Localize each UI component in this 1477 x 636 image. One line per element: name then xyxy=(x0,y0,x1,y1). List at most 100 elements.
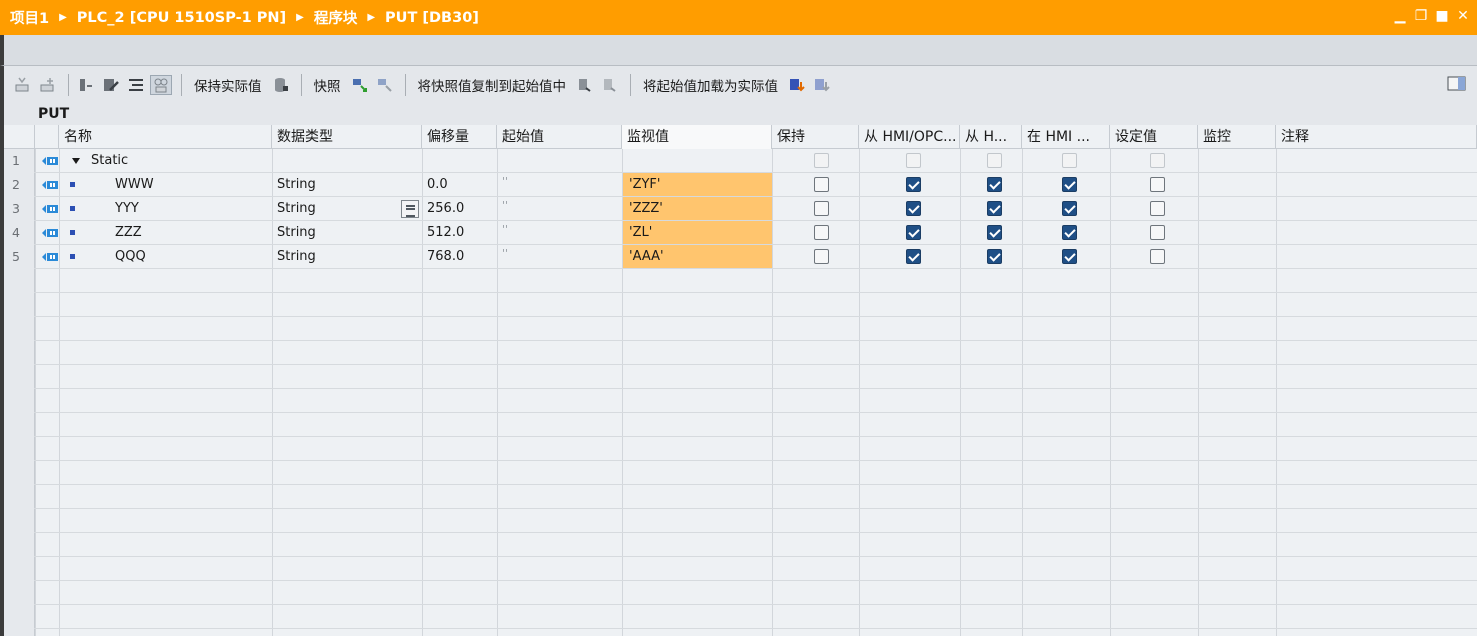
load-to-device-icon[interactable] xyxy=(786,75,808,95)
panel-toggle-icon[interactable] xyxy=(1447,75,1467,93)
copy-snapshot-to-start-button[interactable]: 将快照值复制到起始值中 xyxy=(418,75,567,95)
checkbox-hmi3[interactable] xyxy=(1062,249,1077,264)
edit-icon[interactable] xyxy=(100,75,122,95)
checkbox-hmi3[interactable] xyxy=(1062,201,1077,216)
keep-actual-values-button[interactable]: 保持实际值 xyxy=(194,75,262,95)
checkbox-retain[interactable] xyxy=(814,201,829,216)
database-icon[interactable] xyxy=(270,75,292,95)
header-col-monitor-value[interactable]: 监视值 xyxy=(622,125,772,149)
checkbox-hmi2[interactable] xyxy=(987,249,1002,264)
header-col-offset[interactable]: 偏移量 xyxy=(422,125,497,149)
header-col-from-hmi-opc[interactable]: 从 HMI/OPC... xyxy=(859,125,960,149)
start-value[interactable]: '' xyxy=(497,242,508,266)
data-type[interactable]: String xyxy=(272,197,316,221)
checkbox-setpoint[interactable] xyxy=(1150,177,1165,192)
block-name: PUT xyxy=(0,103,1477,125)
checkbox-hmi1[interactable] xyxy=(906,177,921,192)
row-number-cell xyxy=(4,557,34,581)
row-number-cell xyxy=(4,437,34,461)
header-col-start-value[interactable]: 起始值 xyxy=(497,125,622,149)
minimize-icon[interactable]: ▁ xyxy=(1392,8,1408,24)
checkbox-hmi2[interactable] xyxy=(987,177,1002,192)
data-type[interactable] xyxy=(272,149,277,173)
row-divider xyxy=(4,604,1477,605)
checkbox-retain[interactable] xyxy=(814,177,829,192)
chevron-right-icon: ▶ xyxy=(296,12,304,23)
checkbox-setpoint[interactable] xyxy=(1150,201,1165,216)
start-value[interactable]: '' xyxy=(497,218,508,242)
monitor-value: 'ZZZ' xyxy=(623,197,772,220)
row-divider xyxy=(4,340,1477,341)
header-col-name[interactable]: 名称 xyxy=(59,125,272,149)
copy-to-start-alt-icon[interactable] xyxy=(599,75,621,95)
insert-row-icon[interactable] xyxy=(12,75,34,95)
checkbox-hmi1 xyxy=(906,153,921,168)
restore-icon[interactable]: ❐ xyxy=(1413,8,1429,24)
start-value[interactable] xyxy=(497,146,502,170)
header-col-comment[interactable]: 注释 xyxy=(1276,125,1477,149)
variable-name[interactable]: QQQ xyxy=(110,245,146,269)
editor-strip xyxy=(0,35,1477,66)
header-col-retain[interactable]: 保持 xyxy=(772,125,859,149)
checkbox-retain[interactable] xyxy=(814,249,829,264)
checkbox-hmi2[interactable] xyxy=(987,225,1002,240)
monitor-all-icon[interactable] xyxy=(150,74,172,95)
start-value[interactable]: '' xyxy=(497,170,508,194)
breadcrumb-project[interactable]: 项目1 xyxy=(10,7,49,28)
row-number: 2 xyxy=(4,173,34,197)
title-bar: 项目1 ▶ PLC_2 [CPU 1510SP-1 PN] ▶ 程序块 ▶ PU… xyxy=(0,0,1477,35)
checkbox-retain[interactable] xyxy=(814,225,829,240)
maximize-icon[interactable]: ■ xyxy=(1434,8,1450,24)
load-to-device-alt-icon[interactable] xyxy=(811,75,833,95)
variable-name[interactable]: ZZZ xyxy=(110,221,142,245)
row-divider xyxy=(4,388,1477,389)
breadcrumb-program-blocks[interactable]: 程序块 xyxy=(314,7,358,28)
snapshot-paste-icon[interactable] xyxy=(374,75,396,95)
row-divider xyxy=(4,436,1477,437)
checkbox-hmi3[interactable] xyxy=(1062,177,1077,192)
row-divider xyxy=(4,556,1477,557)
header-col-setpoint[interactable]: 设定值 xyxy=(1110,125,1198,149)
checkbox-hmi1[interactable] xyxy=(906,201,921,216)
row-divider xyxy=(4,580,1477,581)
header-col-supervision[interactable]: 监控 xyxy=(1198,125,1276,149)
list-icon[interactable] xyxy=(125,75,147,95)
checkbox-hmi3 xyxy=(1062,153,1077,168)
checkbox-setpoint[interactable] xyxy=(1150,225,1165,240)
variable-bullet-icon xyxy=(70,254,75,259)
close-icon[interactable]: ✕ xyxy=(1455,8,1471,24)
checkbox-setpoint[interactable] xyxy=(1150,249,1165,264)
type-list-button[interactable] xyxy=(401,200,419,218)
header-col-data-type[interactable]: 数据类型 xyxy=(272,125,422,149)
snapshot-button[interactable]: 快照 xyxy=(314,75,341,95)
expand-icon[interactable] xyxy=(75,75,97,95)
row-number-cell xyxy=(4,461,34,485)
breadcrumb-block[interactable]: PUT [DB30] xyxy=(385,10,479,26)
copy-to-start-icon[interactable] xyxy=(574,75,596,95)
breadcrumb-plc[interactable]: PLC_2 [CPU 1510SP-1 PN] xyxy=(77,10,286,26)
start-value[interactable]: '' xyxy=(497,194,508,218)
checkbox-hmi1[interactable] xyxy=(906,225,921,240)
variable-name[interactable]: YYY xyxy=(110,197,139,221)
add-row-icon[interactable] xyxy=(37,75,59,95)
header-col-from-hmi[interactable]: 从 H... xyxy=(960,125,1022,149)
header-col-in-hmi[interactable]: 在 HMI ... xyxy=(1022,125,1110,149)
variable-name[interactable]: WWW xyxy=(110,173,154,197)
checkbox-hmi3[interactable] xyxy=(1062,225,1077,240)
data-type[interactable]: String xyxy=(272,245,316,269)
row-number: 3 xyxy=(4,197,34,221)
checkbox-hmi1[interactable] xyxy=(906,249,921,264)
checkbox-hmi2[interactable] xyxy=(987,201,1002,216)
variable-name[interactable]: Static xyxy=(86,149,128,173)
row-number-cell xyxy=(4,509,34,533)
snapshot-copy-icon[interactable] xyxy=(349,75,371,95)
load-start-as-actual-button[interactable]: 将起始值加载为实际值 xyxy=(643,75,778,95)
interface-icon xyxy=(41,155,59,167)
chevron-right-icon: ▶ xyxy=(367,12,376,23)
expand-triangle-icon[interactable] xyxy=(72,158,80,164)
offset: 512.0 xyxy=(427,225,465,240)
data-type[interactable]: String xyxy=(272,173,316,197)
data-block-table: 名称 数据类型 偏移量 起始值 监视值 保持从 HMI/OPC... 从 H... 在 HMI… xyxy=(0,125,1477,636)
column-divider xyxy=(1276,149,1277,636)
data-type[interactable]: String xyxy=(272,221,316,245)
